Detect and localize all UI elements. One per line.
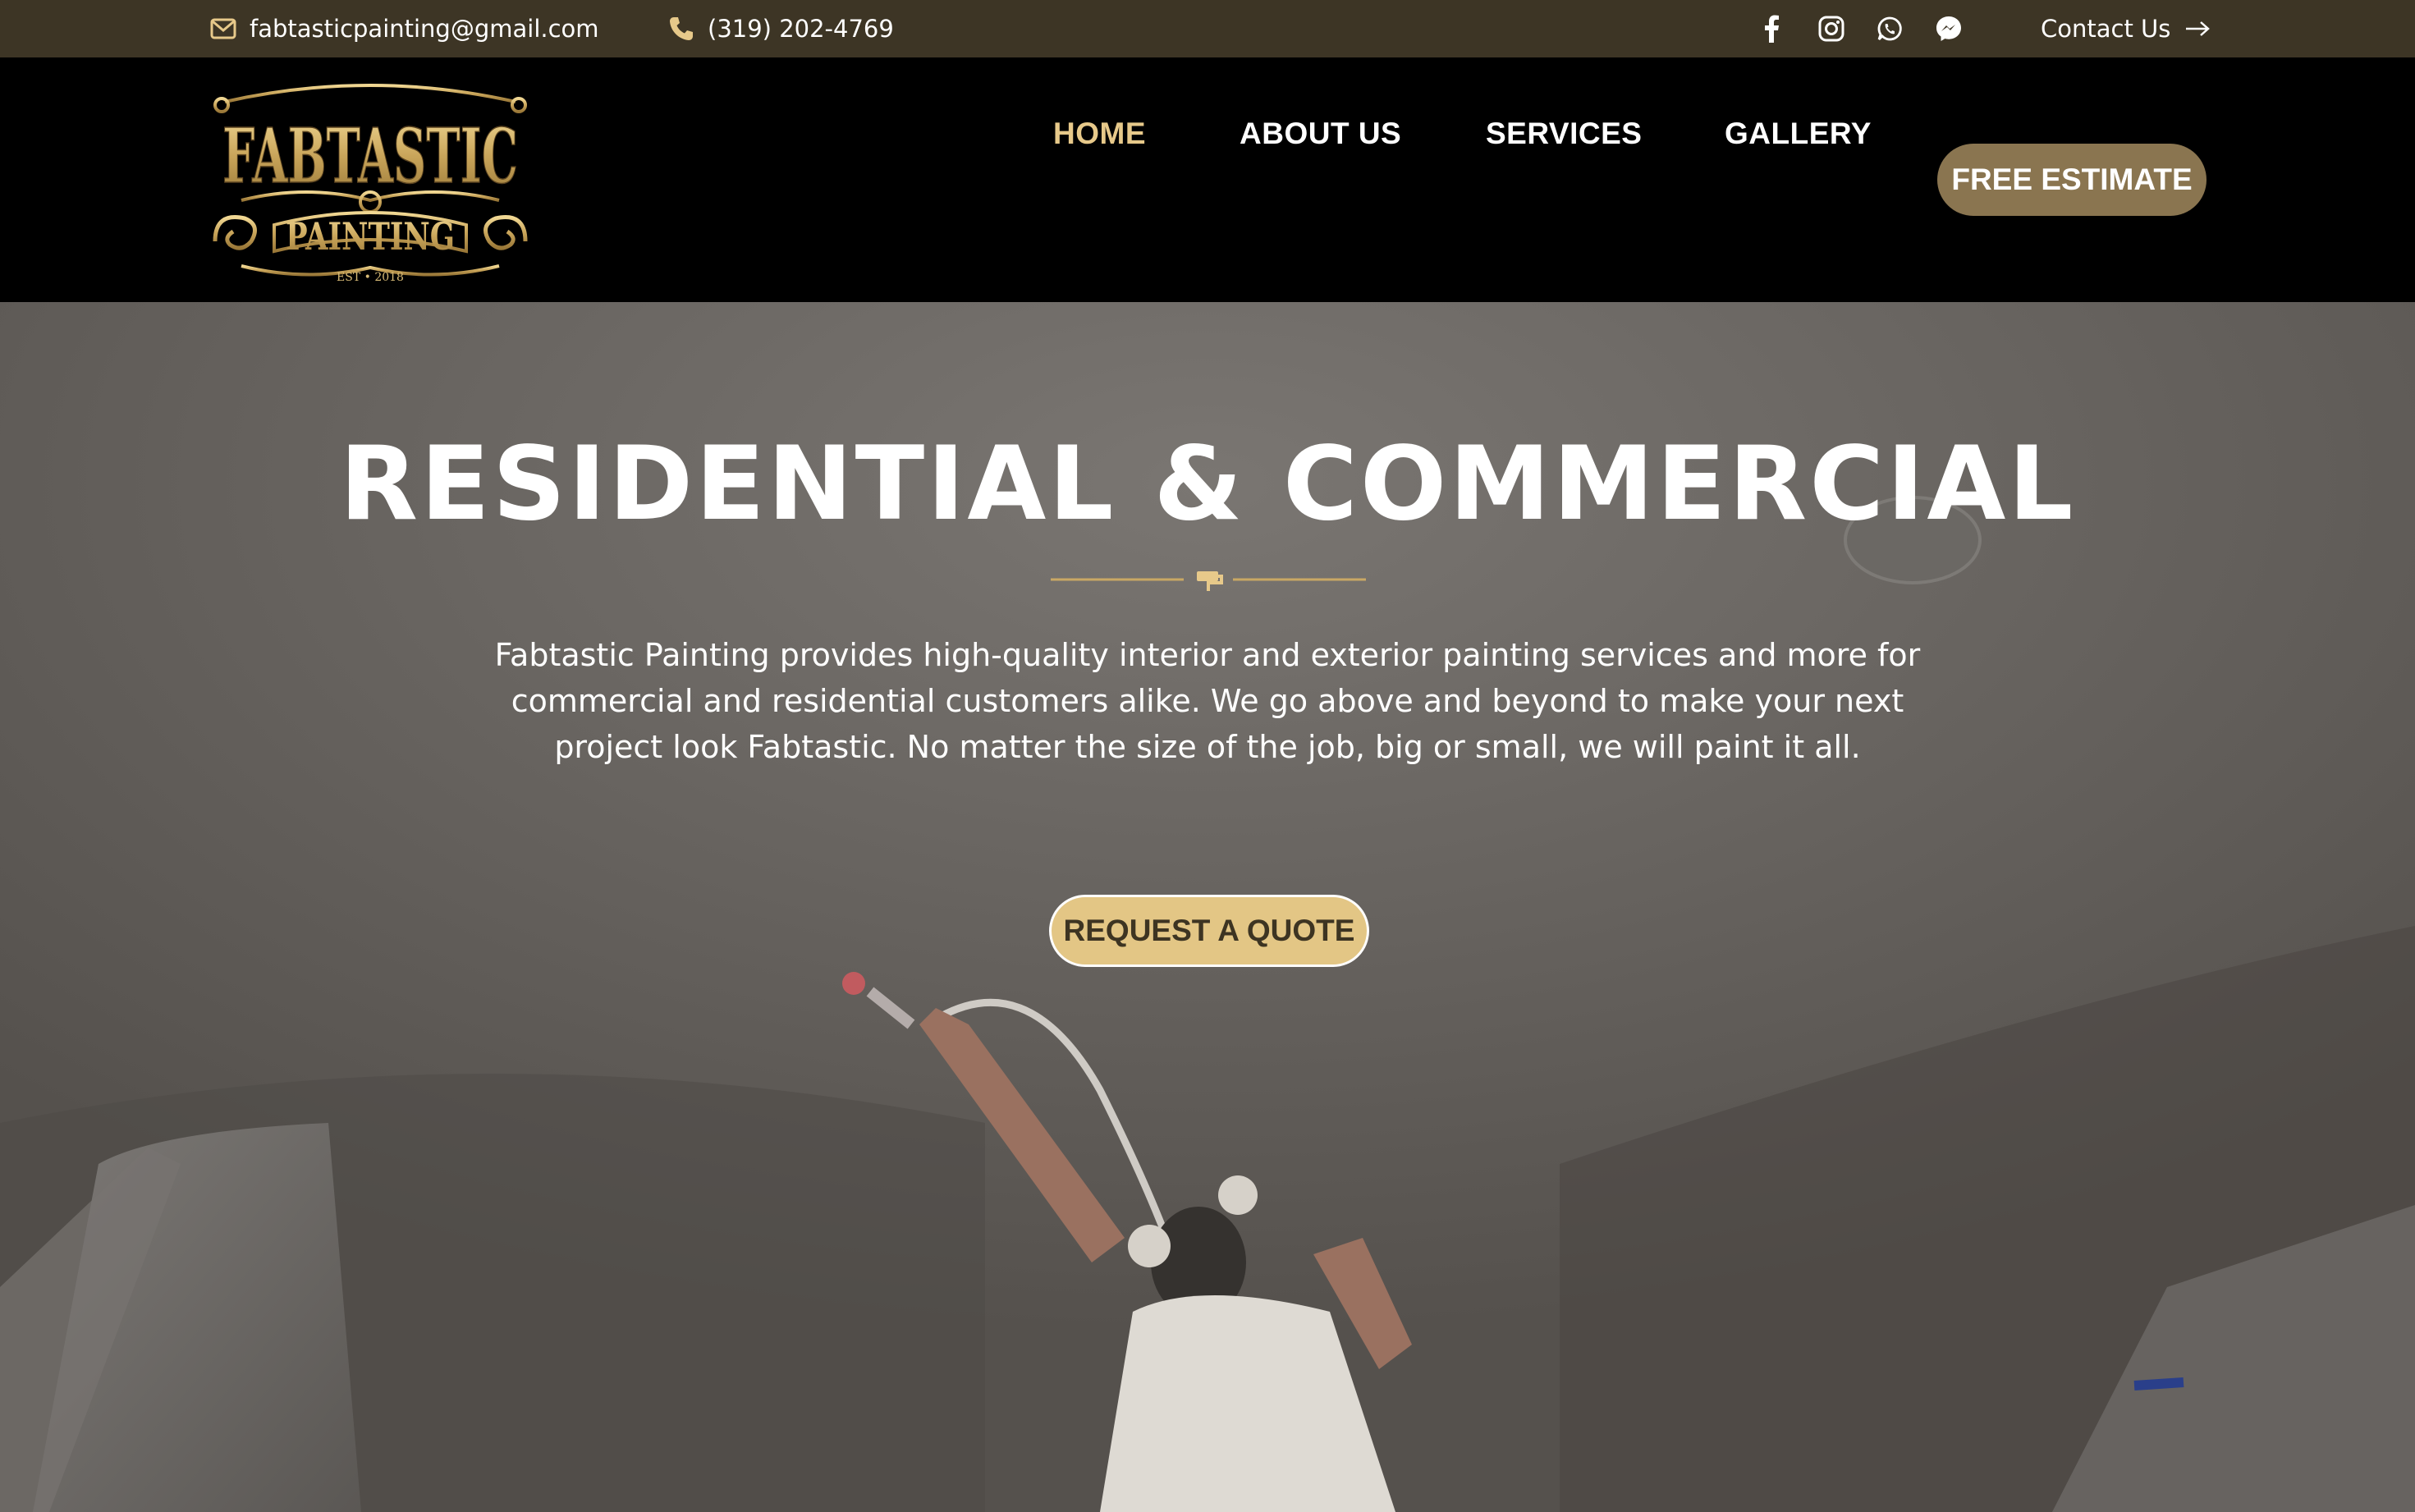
phone-icon: [670, 17, 693, 40]
hero-description: Fabtastic Painting provides high-quality…: [494, 637, 1921, 765]
facebook-icon: [1757, 14, 1786, 44]
logo[interactable]: FABTASTIC PAINTING EST • 2018: [209, 77, 532, 286]
mail-icon: [210, 18, 236, 39]
free-estimate-button[interactable]: FREE ESTIMATE: [1937, 144, 2206, 216]
instagram-icon: [1817, 14, 1846, 44]
arrow-right-icon: [2186, 21, 2211, 36]
phone-text: (319) 202-4769: [708, 15, 894, 43]
nav-gallery[interactable]: GALLERY: [1725, 117, 1872, 151]
email-text: fabtasticpainting@gmail.com: [250, 15, 599, 43]
top-bar: fabtasticpainting@gmail.com (319) 202-47…: [0, 0, 2415, 57]
paint-roller-icon: [1197, 571, 1223, 591]
contact-us-link[interactable]: Contact Us: [2041, 0, 2211, 57]
messenger-link[interactable]: [1934, 0, 1964, 57]
hero-title: RESIDENTIAL & COMMERCIAL: [339, 425, 2076, 543]
nav-about-us[interactable]: ABOUT US: [1240, 117, 1401, 151]
nav-home[interactable]: HOME: [1053, 117, 1146, 151]
nav-services[interactable]: SERVICES: [1486, 117, 1642, 151]
email-link[interactable]: fabtasticpainting@gmail.com: [210, 0, 599, 57]
whatsapp-icon: [1875, 14, 1904, 44]
facebook-link[interactable]: [1757, 0, 1786, 57]
phone-link[interactable]: (319) 202-4769: [668, 0, 894, 57]
contact-us-label: Contact Us: [2041, 15, 2171, 43]
logo-text-fabtastic: FABTASTIC: [222, 112, 518, 200]
request-quote-button[interactable]: REQUEST A QUOTE: [1049, 895, 1369, 967]
instagram-link[interactable]: [1817, 0, 1846, 57]
logo-text-painting: PAINTING: [286, 214, 455, 259]
whatsapp-link[interactable]: [1875, 0, 1904, 57]
logo-text-est: EST • 2018: [337, 271, 404, 284]
messenger-icon: [1934, 14, 1964, 44]
hero-divider: [1051, 571, 1366, 591]
hero-section: RESIDENTIAL & COMMERCIAL Fabtastic Paint…: [0, 302, 2415, 1512]
main-header: FABTASTIC PAINTING EST • 2018 HOME ABOUT…: [0, 57, 2415, 302]
